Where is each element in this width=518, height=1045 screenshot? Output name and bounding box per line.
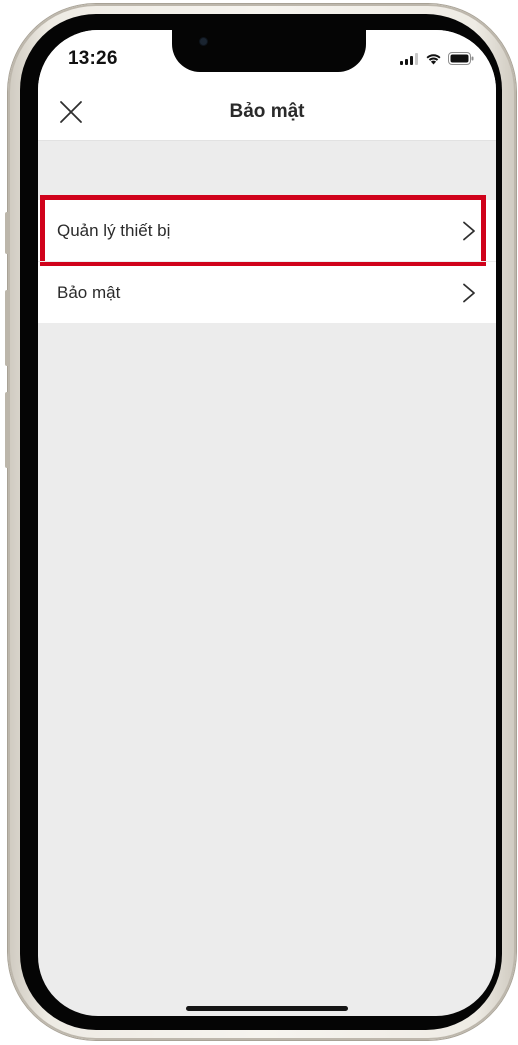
notch — [172, 30, 366, 72]
front-camera — [200, 38, 207, 45]
volume-up-button — [5, 290, 10, 366]
mute-switch — [5, 212, 10, 254]
chevron-right-icon — [463, 221, 475, 240]
status-time: 13:26 — [68, 48, 118, 69]
phone-screen: 13:26 Bảo mật Quản lý thiết bị Bảo mật — [38, 30, 496, 1016]
status-icons — [400, 52, 474, 65]
navigation-header: Bảo mật — [38, 86, 496, 141]
volume-down-button — [5, 392, 10, 468]
device-screenshot: 13:26 Bảo mật Quản lý thiết bị Bảo mật — [0, 0, 518, 1045]
settings-list: Quản lý thiết bị Bảo mật — [38, 195, 496, 323]
wifi-icon — [426, 53, 441, 64]
page-title: Bảo mật — [229, 101, 305, 122]
device-management-label: Quản lý thiết bị — [57, 220, 171, 240]
home-indicator[interactable] — [186, 1006, 348, 1011]
battery-icon — [448, 52, 474, 65]
chevron-right-icon — [463, 283, 475, 302]
device-management-item[interactable]: Quản lý thiết bị — [38, 195, 496, 266]
security-label: Bảo mật — [57, 282, 121, 302]
cellular-signal-icon — [400, 52, 418, 65]
security-item[interactable]: Bảo mật — [38, 261, 496, 323]
